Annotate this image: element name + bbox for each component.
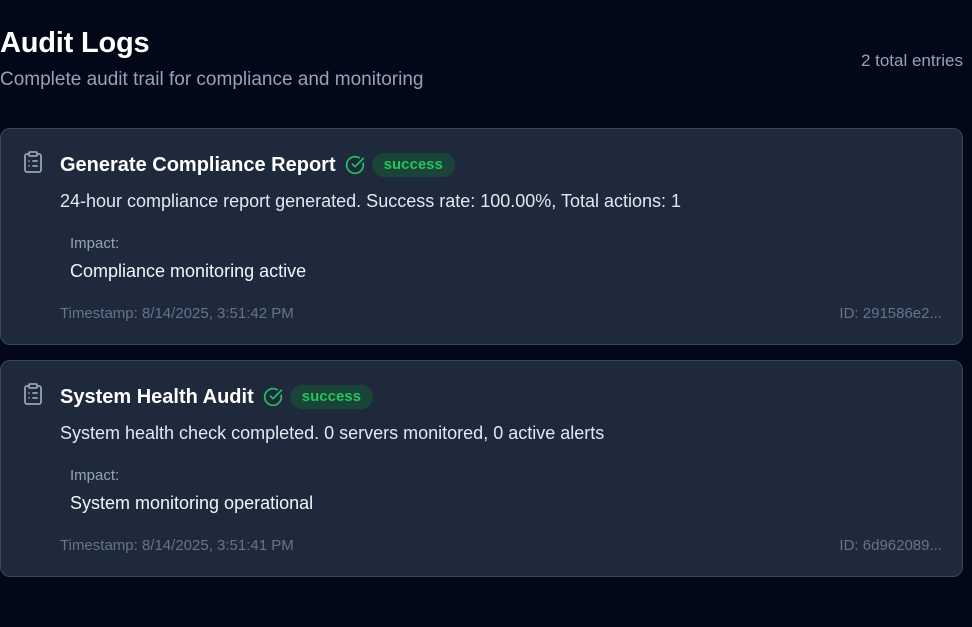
- log-description: 24-hour compliance report generated. Suc…: [60, 191, 682, 211]
- audit-logs-page: Audit Logs Complete audit trail for comp…: [0, 0, 972, 627]
- log-id: ID: 291586e2...: [839, 305, 942, 322]
- page-title: Audit Logs: [0, 27, 150, 59]
- log-title-row: System Health Audit success: [60, 383, 373, 411]
- page-header: Audit Logs Complete audit trail for comp…: [0, 24, 963, 93]
- impact-value: System monitoring operational: [70, 493, 314, 513]
- entry-count: 2 total entries: [860, 51, 963, 70]
- log-title-row: Generate Compliance Report success: [60, 151, 455, 179]
- check-circle-icon: [345, 155, 365, 175]
- log-title: Generate Compliance Report: [60, 153, 336, 176]
- status-badge: success: [289, 385, 373, 409]
- log-entry-card: System Health Audit success System healt…: [0, 360, 963, 577]
- log-description: System health check completed. 0 servers…: [60, 423, 605, 443]
- check-circle-icon: [263, 387, 283, 407]
- log-timestamp: Timestamp: 8/14/2025, 3:51:42 PM: [60, 305, 294, 322]
- log-title: System Health Audit: [60, 385, 254, 408]
- clipboard-icon: [21, 150, 45, 174]
- log-timestamp: Timestamp: 8/14/2025, 3:51:41 PM: [60, 537, 294, 554]
- log-entry-card: Generate Compliance Report success 24-ho…: [0, 128, 963, 345]
- clipboard-icon: [21, 382, 45, 406]
- status-badge: success: [371, 153, 455, 177]
- impact-value: Compliance monitoring active: [70, 261, 307, 281]
- log-list: Generate Compliance Report success 24-ho…: [0, 128, 963, 592]
- log-id: ID: 6d962089...: [839, 537, 942, 554]
- impact-label: Impact:: [70, 467, 120, 484]
- impact-label: Impact:: [70, 235, 120, 252]
- page-subtitle: Complete audit trail for compliance and …: [0, 69, 424, 90]
